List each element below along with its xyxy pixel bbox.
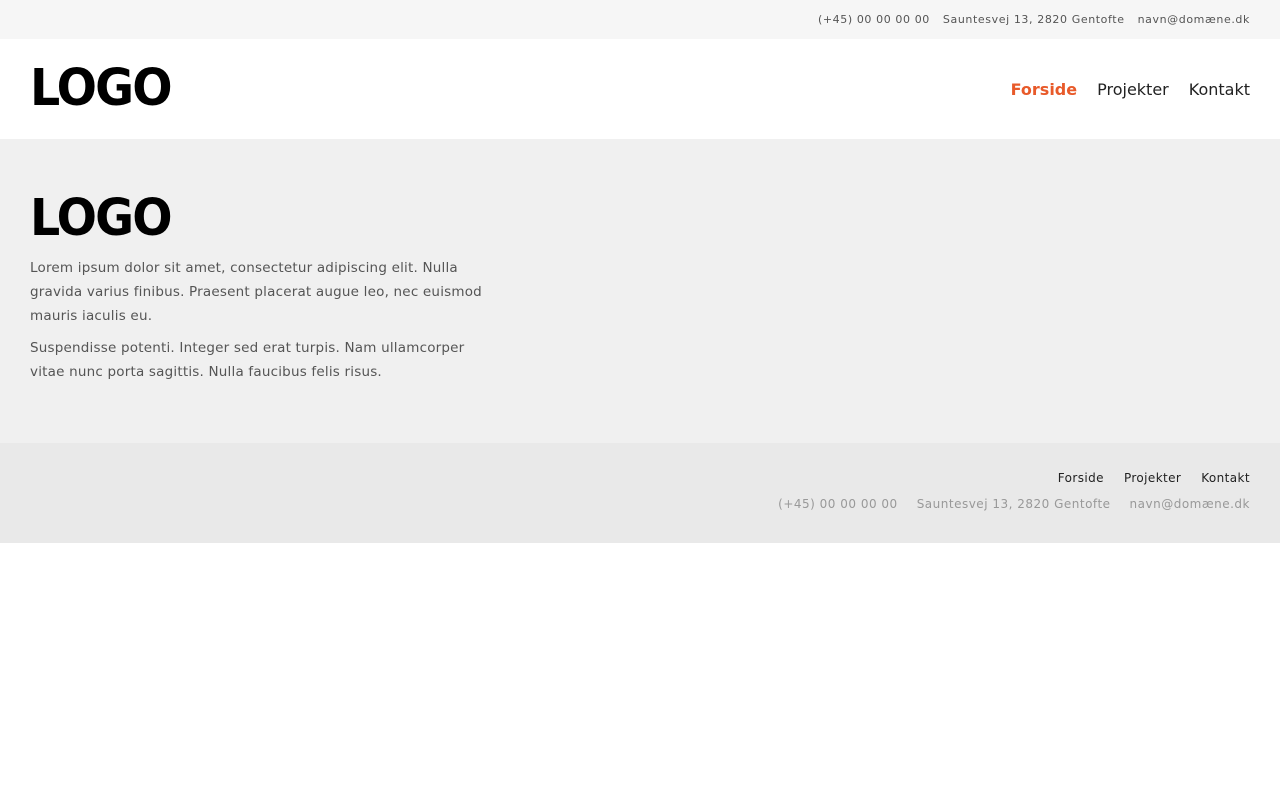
footer-contact: (+45) 00 00 00 00 Sauntesvej 13, 2820 Ge… <box>778 497 1250 511</box>
nav-item-kontakt[interactable]: Kontakt <box>1189 80 1250 99</box>
nav-item-projekter[interactable]: Projekter <box>1097 80 1169 99</box>
footer-phone[interactable]: (+45) 00 00 00 00 <box>778 497 898 511</box>
topbar-email[interactable]: navn@domæne.dk <box>1138 13 1250 26</box>
footer-email[interactable]: navn@domæne.dk <box>1130 497 1250 511</box>
hero-paragraph-2: Suspendisse potenti. Integer sed erat tu… <box>30 340 465 380</box>
site-header: LOGO Forside Projekter Kontakt <box>0 39 1280 139</box>
hero-section: LOGO Lorem ipsum dolor sit amet, consect… <box>0 139 1280 443</box>
top-contact-bar: (+45) 00 00 00 00 Sauntesvej 13, 2820 Ge… <box>0 0 1280 39</box>
hero-logo: LOGO <box>30 189 173 248</box>
topbar-phone[interactable]: (+45) 00 00 00 00 <box>818 13 930 26</box>
header-logo[interactable]: LOGO <box>30 63 173 114</box>
footer-nav-projekter[interactable]: Projekter <box>1124 471 1181 485</box>
nav-item-forside[interactable]: Forside <box>1011 80 1077 99</box>
main-nav: Forside Projekter Kontakt <box>1011 80 1250 99</box>
hero-paragraph-1: Lorem ipsum dolor sit amet, consectetur … <box>30 260 482 324</box>
footer-nav-forside[interactable]: Forside <box>1058 471 1104 485</box>
site-footer: Forside Projekter Kontakt (+45) 00 00 00… <box>0 443 1280 543</box>
footer-nav-kontakt[interactable]: Kontakt <box>1201 471 1250 485</box>
footer-address: Sauntesvej 13, 2820 Gentofte <box>916 497 1111 511</box>
footer-nav: Forside Projekter Kontakt <box>1058 471 1250 485</box>
topbar-address: Sauntesvej 13, 2820 Gentofte <box>942 13 1125 26</box>
